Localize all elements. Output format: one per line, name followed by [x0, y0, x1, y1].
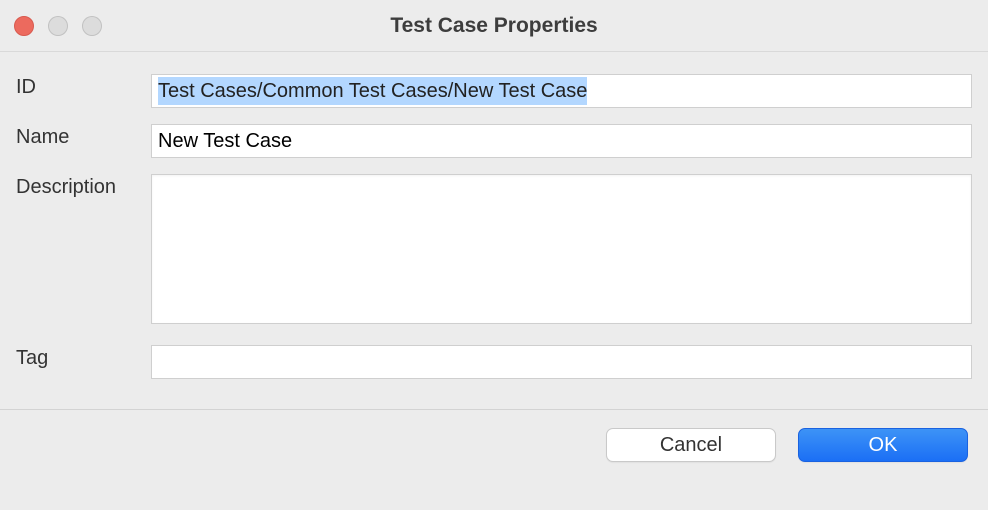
name-label: Name: [16, 124, 151, 149]
name-field-wrap: [151, 124, 972, 158]
description-input[interactable]: [151, 174, 972, 324]
id-field-wrap: Test Cases/Common Test Cases/New Test Ca…: [151, 74, 972, 108]
row-description: Description: [16, 174, 972, 329]
close-icon[interactable]: [14, 16, 34, 36]
id-input-value: Test Cases/Common Test Cases/New Test Ca…: [158, 77, 587, 105]
tag-input[interactable]: [151, 345, 972, 379]
ok-button[interactable]: OK: [798, 428, 968, 462]
tag-label: Tag: [16, 345, 151, 370]
maximize-icon[interactable]: [82, 16, 102, 36]
minimize-icon[interactable]: [48, 16, 68, 36]
window-controls: [14, 16, 102, 36]
titlebar: Test Case Properties: [0, 0, 988, 52]
tag-field-wrap: [151, 345, 972, 379]
id-label: ID: [16, 74, 151, 99]
row-id: ID Test Cases/Common Test Cases/New Test…: [16, 74, 972, 108]
window-title: Test Case Properties: [0, 14, 988, 38]
form-area: ID Test Cases/Common Test Cases/New Test…: [0, 52, 988, 399]
description-label: Description: [16, 174, 151, 199]
cancel-button[interactable]: Cancel: [606, 428, 776, 462]
row-tag: Tag: [16, 345, 972, 379]
description-field-wrap: [151, 174, 972, 329]
id-input[interactable]: Test Cases/Common Test Cases/New Test Ca…: [151, 74, 972, 108]
button-bar: Cancel OK: [0, 410, 988, 480]
row-name: Name: [16, 124, 972, 158]
name-input[interactable]: [151, 124, 972, 158]
